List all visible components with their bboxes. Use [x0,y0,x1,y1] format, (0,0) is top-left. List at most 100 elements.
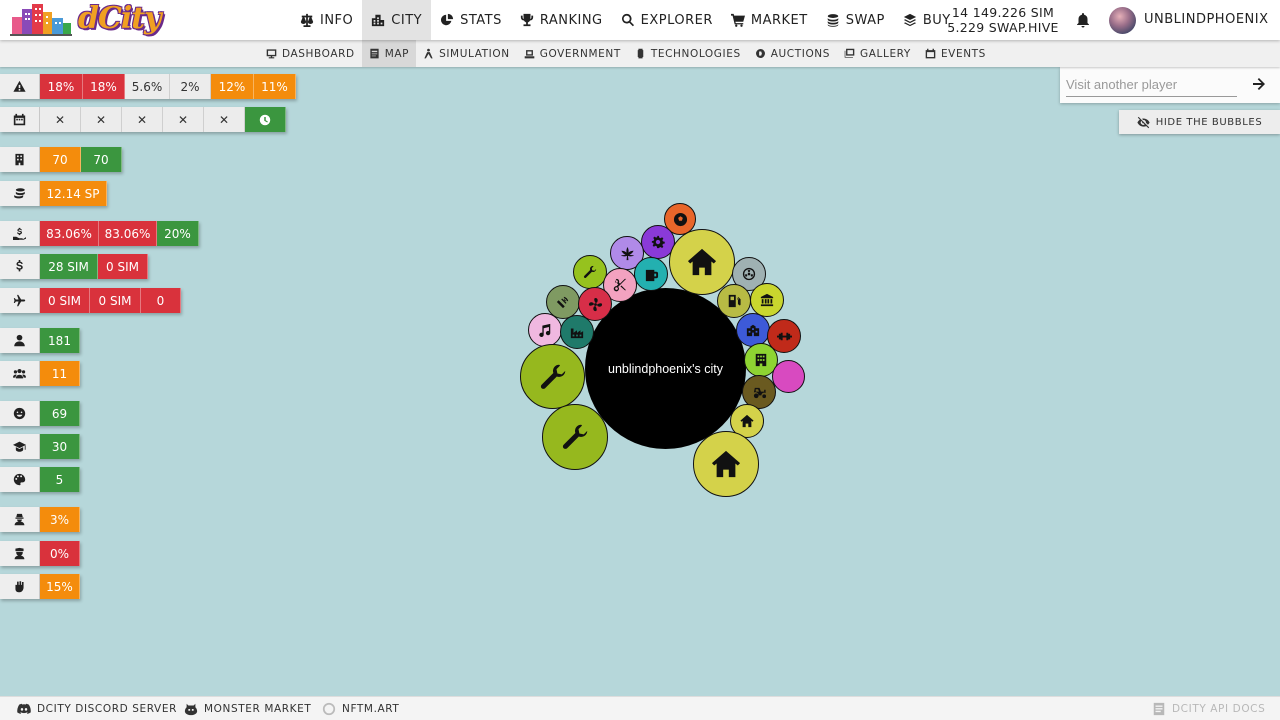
income-value[interactable]: 12.14 SP [40,181,107,206]
tab-events[interactable]: EVENTS [918,40,993,67]
pie-chart-icon [441,13,454,26]
search-icon [621,13,634,27]
wrench-icon [540,364,565,389]
creativity-value[interactable]: 5 [40,467,80,492]
bell-icon[interactable] [1076,12,1090,28]
bubble-wrench-large[interactable] [520,344,585,409]
travel-value[interactable]: 0 SIM [90,288,141,313]
city-skyline-logo-icon [10,4,72,36]
bubble-wrench-large[interactable] [542,404,608,470]
arrow-right-icon[interactable] [1252,76,1266,92]
calendar-status[interactable]: ✕ [163,107,204,132]
tax-value[interactable]: 83.06% [99,221,157,246]
sub-header: DASHBOARD MAP SIMULATION GOVERNMENT TECH… [0,40,1280,67]
nav-city-label: CITY [391,12,423,28]
graduation-cap-icon [13,441,26,452]
nav-explorer[interactable]: EXPLORER [612,0,722,40]
warning-value[interactable]: 11% [254,74,296,99]
footer-link-monster-market[interactable]: MONSTER MARKET [184,697,311,720]
tax-value[interactable]: 20% [157,221,199,246]
dcity-logo[interactable]: dCity [10,1,162,37]
smile-icon [13,407,26,420]
leaf-icon [620,246,634,260]
tab-technologies-label: TECHNOLOGIES [650,47,741,60]
nav-stats[interactable]: STATS [431,0,511,40]
document-icon [1153,702,1165,716]
stat-row-warning: 18% 18% 5.6% 2% 12% 11% [0,74,296,99]
nav-info[interactable]: INFO [291,0,362,40]
footer-link-api-docs[interactable]: DCITY API DOCS [1152,697,1265,720]
travel-value[interactable]: 0 SIM [40,288,90,313]
tab-gallery[interactable]: GALLERY [837,40,918,67]
calendar-icon [925,48,936,59]
calendar-status[interactable]: ✕ [204,107,245,132]
building-icon [755,353,767,367]
buildings-value[interactable]: 70 [40,147,81,172]
stat-icon-box [0,507,40,532]
tab-dashboard[interactable]: DASHBOARD [259,40,362,67]
soccer-ball-icon [673,212,687,226]
hide-bubbles-button[interactable]: HIDE THE BUBBLES [1119,110,1280,134]
avatar[interactable] [1109,7,1136,34]
tax-value[interactable]: 83.06% [40,221,99,246]
warning-value[interactable]: 12% [211,74,254,99]
protest-value[interactable]: 15% [40,574,80,599]
clock-cell[interactable] [245,107,286,132]
bubble-wrench-small[interactable] [573,255,607,289]
education-value[interactable]: 30 [40,434,80,459]
stat-row-calendar: ✕ ✕ ✕ ✕ ✕ [0,107,286,132]
buildings-value[interactable]: 70 [81,147,122,172]
stat-icon-box [0,221,40,246]
footer-link-discord[interactable]: DCITY DISCORD SERVER [17,697,177,720]
palette-icon [13,473,26,486]
tab-government[interactable]: GOVERNMENT [517,40,628,67]
warning-value[interactable]: 5.6% [125,74,170,99]
bubble-magenta[interactable] [772,360,805,393]
tab-simulation[interactable]: SIMULATION [416,40,517,67]
money-value[interactable]: 28 SIM [40,254,98,279]
tab-auctions[interactable]: AUCTIONS [748,40,837,67]
bubble-fuel[interactable] [717,284,751,318]
stat-icon-box [0,107,40,132]
police-value[interactable]: 0% [40,541,80,566]
simulation-icon [424,48,433,59]
population-value[interactable]: 181 [40,328,80,353]
calendar-status[interactable]: ✕ [40,107,81,132]
calendar-status[interactable]: ✕ [81,107,122,132]
happiness-value[interactable]: 69 [40,401,80,426]
tab-map[interactable]: MAP [361,40,417,67]
plane-icon [13,294,26,307]
warning-value[interactable]: 18% [40,74,83,99]
warning-value[interactable]: 2% [170,74,211,99]
top-header: dCity INFO CITY STATS RANKING EXPLORER M… [0,0,1280,40]
nav-city[interactable]: CITY [362,0,432,40]
nav-ranking[interactable]: RANKING [511,0,612,40]
stat-row-creativity: 5 [0,467,80,492]
money-value[interactable]: 0 SIM [98,254,148,279]
travel-value[interactable]: 0 [141,288,181,313]
tab-events-label: EVENTS [940,47,986,60]
bubble-school[interactable] [736,313,770,347]
nav-market[interactable]: MARKET [722,0,817,40]
workers-value[interactable]: 11 [40,361,80,386]
warning-value[interactable]: 18% [83,74,125,99]
bubble-bank[interactable] [750,283,784,317]
stat-icon-box [0,328,40,353]
calendar-status[interactable]: ✕ [122,107,163,132]
bubble-factory[interactable] [560,315,594,349]
crime-value[interactable]: 3% [40,507,80,532]
factory-icon [570,328,584,339]
footer-link-nftm[interactable]: NFTM.ART [322,697,399,720]
bubble-house-large[interactable] [693,431,759,497]
beer-mug-icon [645,269,658,281]
tab-technologies[interactable]: TECHNOLOGIES [628,40,748,67]
nav-swap[interactable]: SWAP [817,0,894,40]
username[interactable]: UNBLINDPHOENIX [1144,12,1269,27]
bubble-beer[interactable] [634,257,668,291]
visit-player-input[interactable] [1066,73,1237,97]
wallet-balances[interactable]: 14 149.226 SIM 5.229 SWAP.HIVE [940,5,1066,35]
house-icon [740,414,754,428]
dollar-icon [16,260,23,272]
bubble-music[interactable] [528,313,562,347]
calendar-icon [13,113,26,126]
